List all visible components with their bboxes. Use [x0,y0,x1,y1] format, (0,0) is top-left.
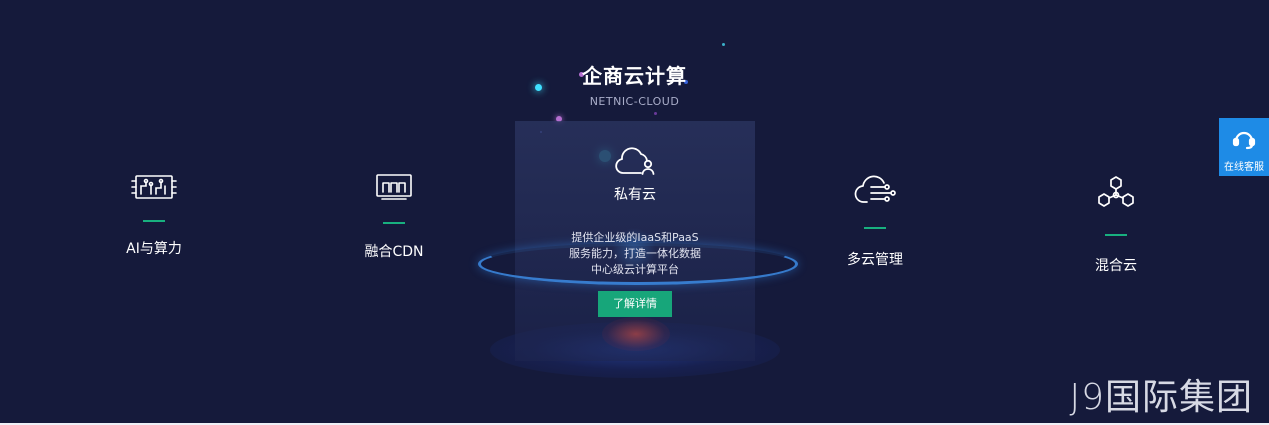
online-service-button[interactable]: 在线客服 [1219,118,1269,176]
headset-icon [1219,126,1269,154]
description-line: 提供企业级的IaaS和PaaS [571,231,699,244]
particle [722,43,725,46]
product-ai-computing[interactable]: AI与算力 [74,171,234,258]
product-underline [143,220,165,222]
product-underline [864,227,886,229]
section-subtitle: NETNIC-CLOUD [589,95,680,108]
product-underline [383,222,405,224]
chip-icon [130,171,178,203]
particle [654,112,657,115]
product-label: 混合云 [1095,258,1137,274]
product-cdn[interactable]: 融合CDN [314,172,474,261]
product-multi-cloud[interactable]: 多云管理 [795,174,955,269]
monitor-chart-icon [374,172,414,202]
product-label: 融合CDN [364,244,424,260]
product-underline [1105,234,1127,236]
product-label: 多云管理 [847,252,903,268]
description-line: 中心级云计算平台 [591,263,679,276]
service-label: 在线客服 [1224,162,1264,173]
learn-more-button[interactable]: 了解详情 [598,291,672,317]
platform-red-glow [602,317,670,351]
section-title: 企商云计算 [582,64,687,88]
brand-watermark: J9国际集团 [1069,377,1253,418]
product-hybrid-cloud[interactable]: 混合云 [1036,174,1196,275]
active-product-description: 提供企业级的IaaS和PaaS 服务能力，打造一体化数据 中心级云计算平台 [555,230,715,278]
cloud-user-icon [613,146,657,182]
product-label: AI与算力 [126,241,182,257]
active-product-name: 私有云 [614,187,656,203]
nodes-icon [1096,174,1136,212]
description-line: 服务能力，打造一体化数据 [569,247,701,260]
section-header: 企商云计算 NETNIC-CLOUD [0,60,1269,108]
cloud-network-icon [853,174,897,206]
